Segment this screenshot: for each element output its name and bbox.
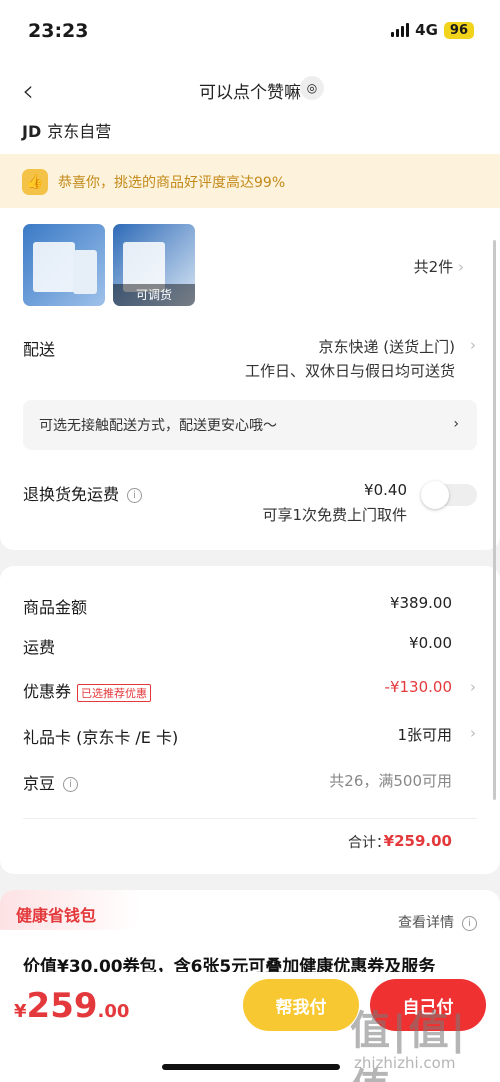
coupon-label: 优惠券 — [23, 682, 72, 701]
view-details-link[interactable]: 查看详情 i — [398, 912, 477, 932]
thumbs-up-icon: 👍 — [22, 169, 48, 195]
banner-text: 恭喜你，挑选的商品好评度高达99% — [58, 175, 286, 191]
return-freight-toggle[interactable] — [421, 481, 477, 509]
watermark-url: zhizhizhi.com — [354, 1054, 456, 1072]
order-card: 可调货 共2件 › 配送 京东快递 (送货上门) 工作日、双休日与假日均可送货 … — [0, 208, 500, 550]
chevron-right-icon[interactable]: › — [470, 678, 476, 696]
price-decimal: .00 — [97, 1001, 130, 1022]
pay-amount: ¥259.00 — [14, 986, 129, 1026]
return-freight-price: ¥0.40 — [364, 481, 407, 499]
coupon-tag: 已选推荐优惠 — [77, 683, 152, 702]
total-value: ¥259.00 — [383, 832, 452, 850]
contactless-text: 可选无接触配送方式，配送更安心哦～ — [39, 418, 277, 434]
fee-card: 商品金额 ¥389.00 运费 ¥0.00 优惠券 已选推荐优惠 -¥130.00… — [0, 566, 500, 874]
signal-icon — [391, 23, 410, 37]
watermark: 值|值|值 zhizhizhi.com — [350, 998, 500, 1082]
return-freight-label: 退换货免运费 i — [23, 481, 143, 505]
fee-label-goods: 商品金额 — [23, 598, 88, 617]
chevron-right-icon: › — [453, 258, 464, 276]
coupon-value[interactable]: -¥130.00 — [385, 678, 452, 696]
return-label-text: 退换货免运费 — [23, 485, 120, 504]
scrollbar[interactable] — [493, 240, 496, 800]
item-count[interactable]: 共2件 › — [414, 256, 464, 277]
status-right: 4G 96 — [391, 21, 474, 39]
page-title: 可以点个赞嘛 — [199, 83, 301, 103]
jingdou-value: 共26，满500可用 — [329, 772, 452, 790]
jd-logo: JD — [22, 122, 42, 141]
contactless-delivery-row[interactable]: 可选无接触配送方式，配送更安心哦～ › — [23, 400, 477, 450]
battery-icon: 96 — [443, 21, 474, 39]
gift-card-value[interactable]: 1张可用 — [397, 724, 452, 745]
rating-banner: 👍 恭喜你，挑选的商品好评度高达99% — [0, 154, 500, 208]
info-icon[interactable]: i — [127, 488, 143, 503]
shop-label: 京东自营 — [47, 122, 112, 141]
health-title: 健康省钱包 — [16, 906, 97, 925]
help-me-pay-button[interactable]: 帮我付 — [243, 979, 359, 1031]
jingdou-row: 京豆 i — [23, 770, 79, 794]
location-icon[interactable]: ◎ — [300, 76, 324, 100]
nav-bar: ‹ 可以点个赞嘛 ◎ JD 京东自营 — [0, 62, 500, 154]
shipping-schedule: 工作日、双休日与假日均可送货 — [244, 362, 455, 380]
return-freight-sub: 可享1次免费上门取件 — [262, 506, 407, 524]
chevron-right-icon[interactable]: › — [470, 336, 476, 354]
product-thumbnail[interactable] — [23, 224, 105, 306]
gift-card-label[interactable]: 礼品卡 (京东卡 /E 卡) — [23, 724, 178, 748]
chevron-right-icon: › — [453, 416, 459, 432]
coupon-row[interactable]: 优惠券 已选推荐优惠 — [23, 678, 152, 702]
home-indicator — [162, 1064, 340, 1070]
jingdou-label: 京豆 — [23, 774, 56, 793]
product-thumbnail[interactable]: 可调货 — [113, 224, 195, 306]
currency-symbol: ¥ — [14, 1001, 27, 1022]
network-label: 4G — [415, 21, 438, 39]
status-time: 23:23 — [28, 20, 89, 42]
chevron-right-icon[interactable]: › — [470, 724, 476, 742]
fee-value-goods: ¥389.00 — [389, 594, 452, 612]
view-details-text: 查看详情 — [398, 915, 454, 931]
fee-label-shipping: 运费 — [23, 638, 56, 657]
shipping-label: 配送 — [23, 340, 56, 359]
fee-value-shipping: ¥0.00 — [409, 634, 452, 652]
price-integer: 259 — [26, 986, 98, 1026]
shop-name[interactable]: JD 京东自营 — [22, 118, 111, 142]
info-icon[interactable]: i — [63, 777, 79, 792]
shipping-method[interactable]: 京东快递 (送货上门) — [319, 336, 455, 357]
divider — [23, 818, 477, 819]
thumb-tag: 可调货 — [113, 284, 195, 306]
item-count-text: 共2件 — [413, 258, 454, 276]
status-bar: 23:23 4G 96 — [0, 0, 500, 62]
info-icon: i — [462, 915, 477, 931]
